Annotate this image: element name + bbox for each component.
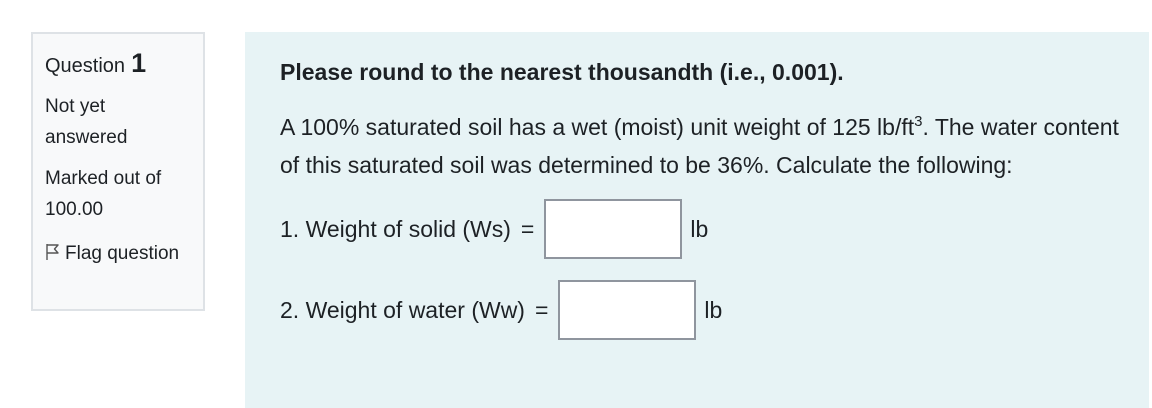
question-info-panel: Question 1 Not yet answered Marked out o… bbox=[31, 32, 205, 311]
question-word: Question bbox=[45, 55, 126, 77]
weight-water-input[interactable] bbox=[558, 280, 697, 340]
answer-row-weight-water: 2. Weight of water (Ww) = lb bbox=[280, 279, 1149, 341]
prompt-text-start: A 100% saturated soil has a wet (moist) … bbox=[280, 114, 915, 140]
answer-label-weight-water: 2. Weight of water (Ww) bbox=[280, 296, 525, 323]
unit-label-weight-water: lb bbox=[704, 296, 723, 323]
question-number-heading: Question 1 bbox=[45, 48, 191, 79]
flag-icon bbox=[45, 240, 61, 260]
flag-question-link[interactable]: Flag question bbox=[45, 238, 191, 269]
equals-sign: = bbox=[520, 215, 535, 242]
question-prompt: A 100% saturated soil has a wet (moist) … bbox=[280, 108, 1120, 184]
flag-question-label: Flag question bbox=[65, 243, 180, 264]
question-state: Not yet answered bbox=[45, 96, 128, 148]
answer-row-weight-solid: 1. Weight of solid (Ws) = lb bbox=[280, 198, 1149, 260]
question-grade: Marked out of 100.00 bbox=[45, 168, 162, 220]
equals-sign: = bbox=[534, 296, 549, 323]
unit-label-weight-solid: lb bbox=[690, 215, 709, 242]
weight-solid-input[interactable] bbox=[544, 199, 683, 259]
answer-label-weight-solid: 1. Weight of solid (Ws) bbox=[280, 215, 511, 242]
question-number: 1 bbox=[131, 48, 147, 78]
question-content: Please round to the nearest thousandth (… bbox=[245, 32, 1149, 408]
question-instruction: Please round to the nearest thousandth (… bbox=[280, 59, 844, 85]
